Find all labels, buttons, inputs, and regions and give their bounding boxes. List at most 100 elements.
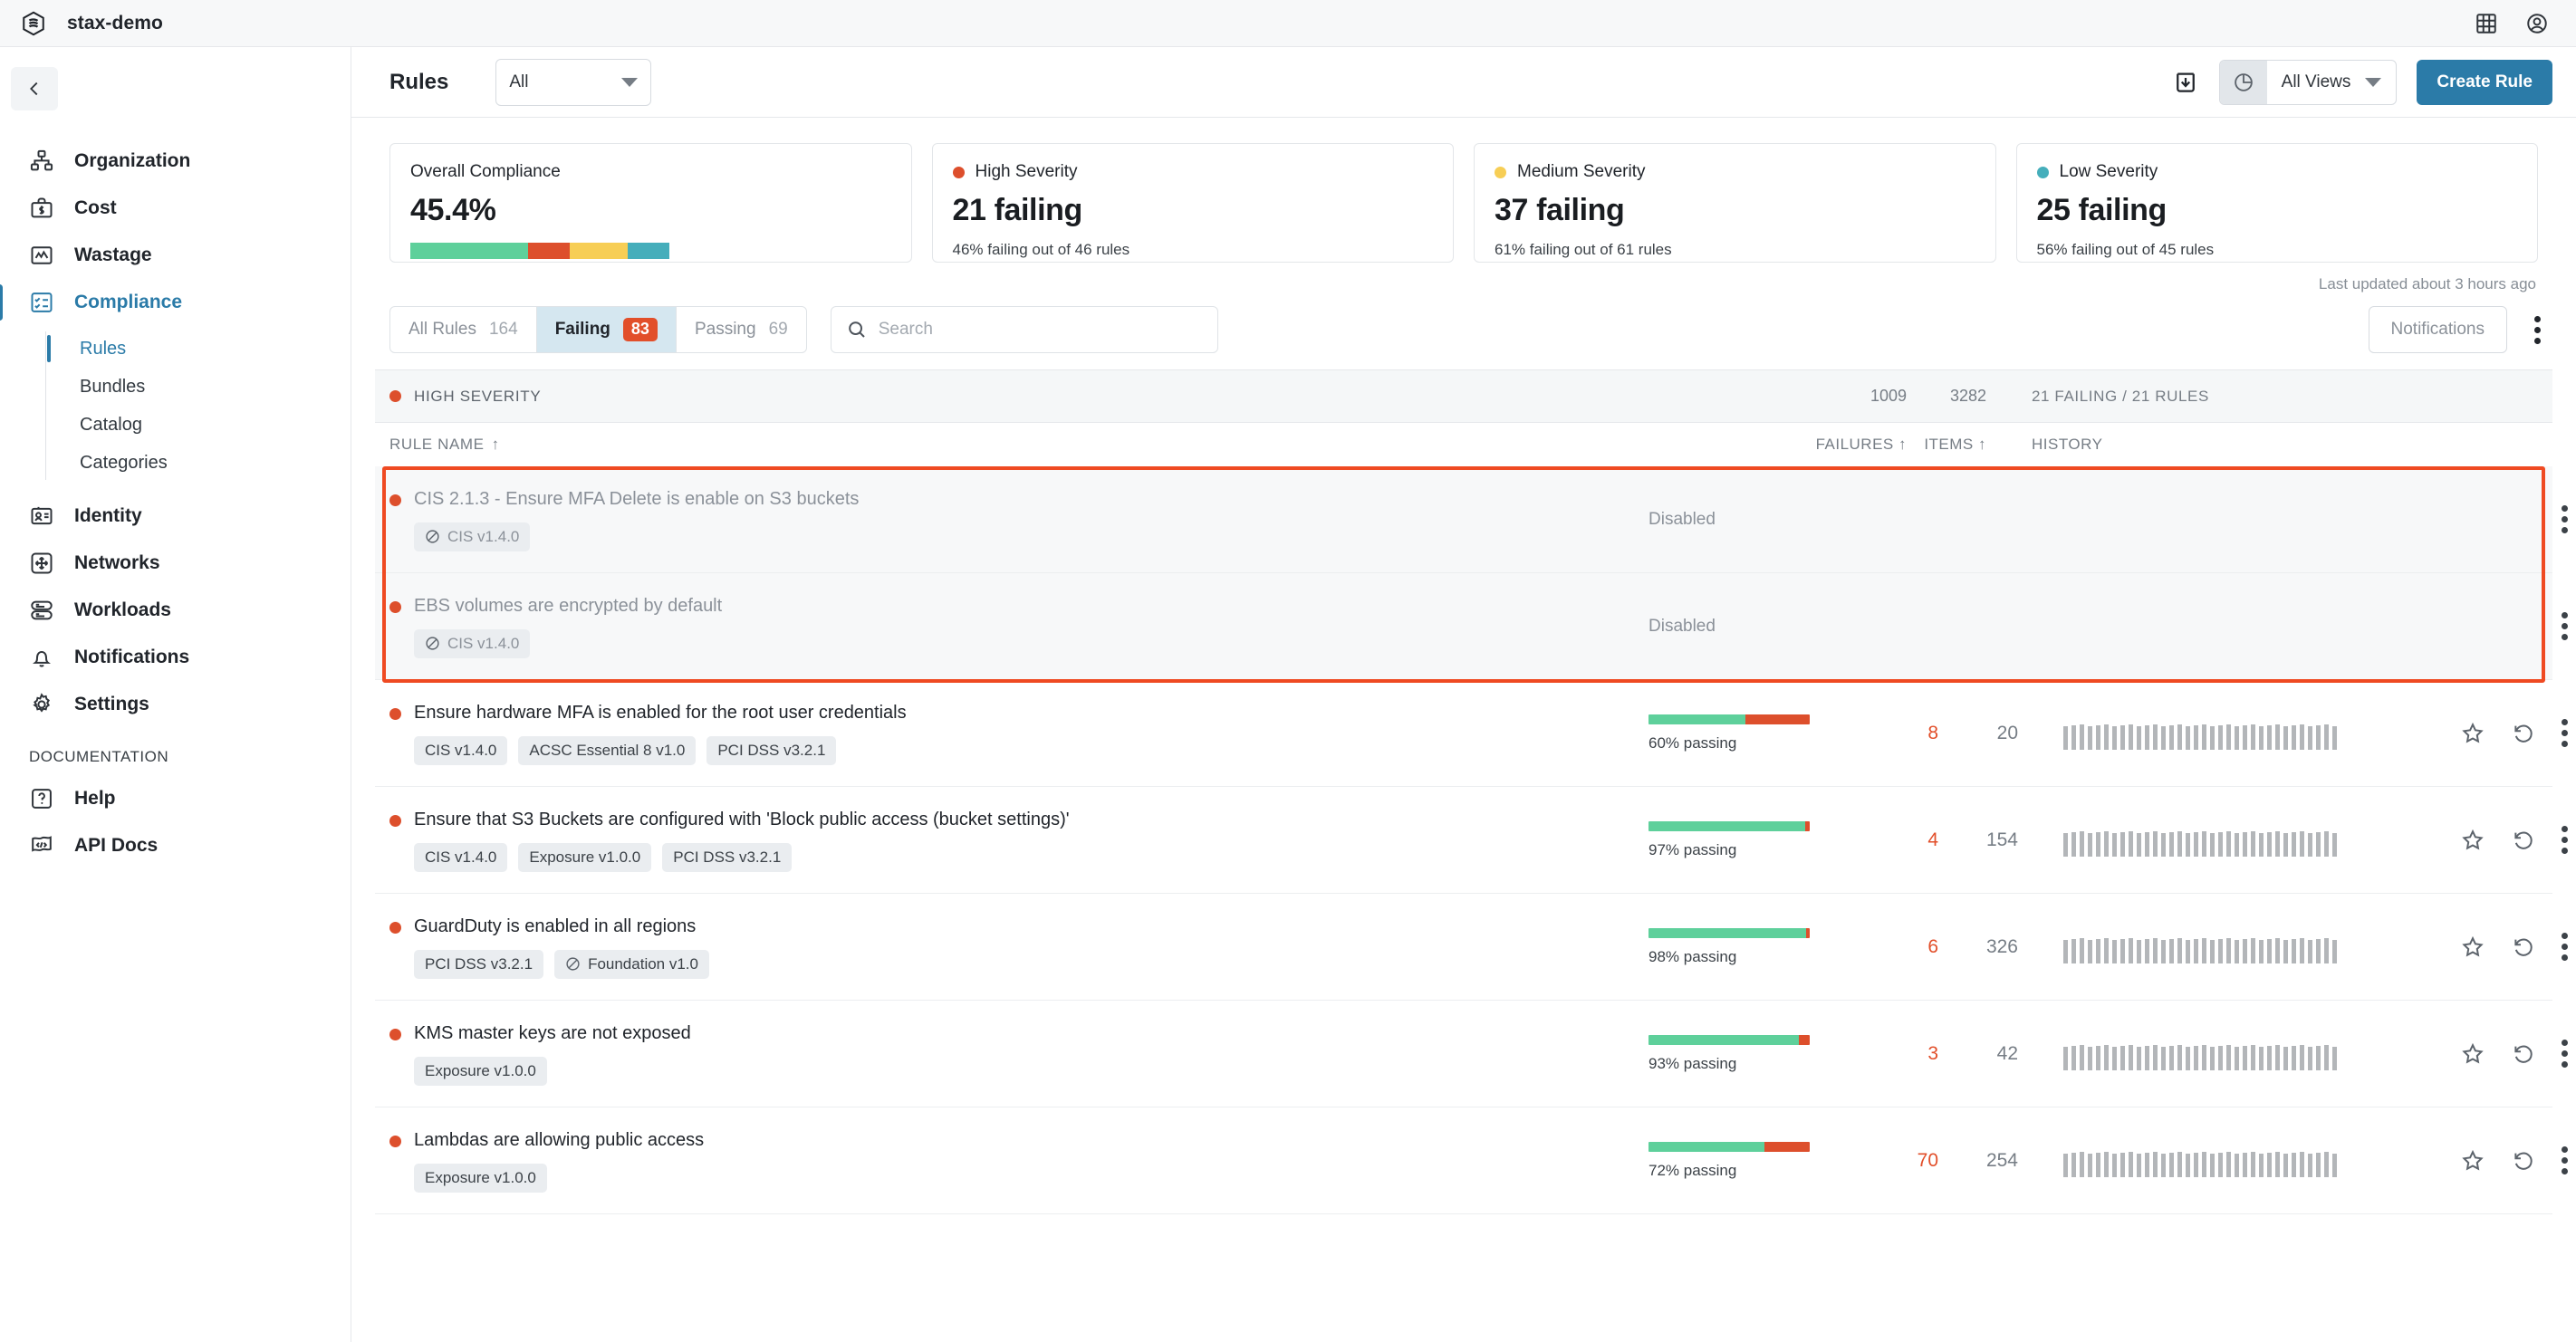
table-row[interactable]: KMS master keys are not exposed Exposure… bbox=[375, 1001, 2568, 1107]
history-revert-icon[interactable] bbox=[2511, 721, 2536, 746]
brand[interactable]: stax-demo bbox=[20, 10, 163, 37]
history-revert-icon[interactable] bbox=[2511, 1041, 2536, 1067]
severity-group-stats: 1009 3282 21 FAILING / 21 RULES bbox=[1809, 387, 2552, 406]
kebab-menu-icon[interactable] bbox=[2562, 719, 2568, 747]
create-rule-button[interactable]: Create Rule bbox=[2417, 59, 2552, 105]
sidebar-item-identity[interactable]: Identity bbox=[0, 493, 351, 540]
row-title-wrap: Ensure that S3 Buckets are configured wi… bbox=[389, 809, 1630, 830]
progress-fail bbox=[1806, 927, 1810, 938]
sidebar-item-catalog[interactable]: Catalog bbox=[47, 406, 351, 444]
row-actions bbox=[2408, 505, 2576, 533]
summary-cards: Overall Compliance 45.4% High Severity 2… bbox=[375, 118, 2552, 263]
kebab-menu-icon[interactable] bbox=[2562, 1146, 2568, 1174]
rule-tag[interactable]: ACSC Essential 8 v1.0 bbox=[518, 735, 697, 765]
sidebar-item-wastage[interactable]: Wastage bbox=[0, 232, 351, 279]
rule-tag[interactable]: PCI DSS v3.2.1 bbox=[662, 842, 793, 872]
notifications-button[interactable]: Notifications bbox=[2368, 306, 2507, 353]
history-bar bbox=[2063, 939, 2068, 963]
last-updated-text: Last updated about 3 hours ago bbox=[2318, 275, 2536, 292]
kebab-menu-icon[interactable] bbox=[2562, 505, 2568, 533]
table-row[interactable]: Ensure hardware MFA is enabled for the r… bbox=[375, 680, 2568, 787]
rule-tag[interactable]: CIS v1.4.0 bbox=[414, 628, 531, 658]
star-outline-icon[interactable] bbox=[2460, 1148, 2485, 1174]
progress-bar bbox=[1648, 927, 1810, 938]
kebab-menu-icon[interactable] bbox=[2562, 826, 2568, 854]
rule-tag[interactable]: CIS v1.4.0 bbox=[414, 842, 508, 872]
rule-tag[interactable]: Exposure v1.0.0 bbox=[518, 842, 652, 872]
history-revert-icon[interactable] bbox=[2511, 935, 2536, 960]
row-main: Ensure that S3 Buckets are configured wi… bbox=[389, 809, 1648, 872]
severity-group-failures: 1009 bbox=[1870, 387, 1907, 405]
rule-tag-label: Exposure v1.0.0 bbox=[425, 1168, 536, 1186]
star-outline-icon[interactable] bbox=[2460, 1041, 2485, 1067]
table-row[interactable]: EBS volumes are encrypted by default CIS… bbox=[375, 573, 2568, 680]
history-revert-icon[interactable] bbox=[2511, 828, 2536, 853]
history-bar bbox=[2259, 1153, 2264, 1177]
sidebar-item-categories[interactable]: Categories bbox=[47, 444, 351, 482]
column-items[interactable]: ITEMS ↑ bbox=[1907, 436, 1986, 454]
history-bar bbox=[2096, 938, 2100, 963]
chevron-down-icon bbox=[2365, 77, 2382, 87]
table-row[interactable]: Ensure that S3 Buckets are configured wi… bbox=[375, 787, 2568, 894]
rule-tag[interactable]: Foundation v1.0 bbox=[554, 949, 709, 979]
table-row[interactable]: Lambdas are allowing public access Expos… bbox=[375, 1107, 2568, 1214]
sidebar-item-help[interactable]: Help bbox=[0, 775, 351, 822]
rule-name: CIS 2.1.3 - Ensure MFA Delete is enable … bbox=[414, 488, 860, 509]
history-bar bbox=[2137, 939, 2141, 963]
star-outline-icon[interactable] bbox=[2460, 828, 2485, 853]
sidebar-item-networks[interactable]: Networks bbox=[0, 540, 351, 587]
rule-tag[interactable]: PCI DSS v3.2.1 bbox=[414, 949, 544, 979]
column-rule-name[interactable]: RULE NAME ↑ bbox=[389, 436, 500, 454]
history-bar bbox=[2324, 1151, 2329, 1177]
tab-failing[interactable]: Failing 83 bbox=[536, 307, 677, 352]
severity-dot-high bbox=[389, 921, 401, 934]
history-bar bbox=[2218, 831, 2223, 857]
history-bar bbox=[2283, 1046, 2288, 1070]
sidebar-item-settings[interactable]: Settings bbox=[0, 681, 351, 728]
account-circle-icon[interactable] bbox=[2525, 12, 2549, 35]
download-box-icon[interactable] bbox=[2172, 69, 2199, 96]
sidebar-item-rules[interactable]: Rules bbox=[47, 330, 351, 368]
progress-label: 97% passing bbox=[1648, 840, 1737, 858]
checklist-icon bbox=[31, 292, 53, 312]
history-bar bbox=[2218, 1045, 2223, 1070]
history-bar bbox=[2186, 832, 2190, 857]
sidebar-item-organization[interactable]: Organization bbox=[0, 138, 351, 185]
search-input[interactable] bbox=[878, 320, 1203, 340]
tab-all-rules[interactable]: All Rules 164 bbox=[390, 307, 537, 352]
rule-tag[interactable]: Exposure v1.0.0 bbox=[414, 1056, 547, 1086]
table-row[interactable]: CIS 2.1.3 - Ensure MFA Delete is enable … bbox=[375, 466, 2568, 573]
rule-tag[interactable]: CIS v1.4.0 bbox=[414, 522, 531, 551]
star-outline-icon[interactable] bbox=[2460, 721, 2485, 746]
sidebar-item-workloads[interactable]: Workloads bbox=[0, 587, 351, 634]
sidebar-item-compliance[interactable]: Compliance bbox=[0, 279, 351, 326]
rule-tag[interactable]: PCI DSS v3.2.1 bbox=[706, 735, 837, 765]
apps-grid-icon[interactable] bbox=[2475, 12, 2498, 35]
card-label-wrap: Low Severity bbox=[2036, 162, 2518, 182]
ban-icon bbox=[426, 637, 439, 650]
table-row[interactable]: GuardDuty is enabled in all regions PCI … bbox=[375, 894, 2568, 1001]
history-bar bbox=[2275, 724, 2280, 750]
search-box[interactable] bbox=[830, 306, 1218, 353]
history-bar bbox=[2088, 939, 2092, 963]
rule-tag[interactable]: Exposure v1.0.0 bbox=[414, 1163, 547, 1193]
rules-filter-select[interactable]: All bbox=[495, 58, 652, 106]
history-bar bbox=[2186, 1153, 2190, 1177]
kebab-menu-icon[interactable] bbox=[2562, 612, 2568, 640]
sidebar-item-cost[interactable]: Cost bbox=[0, 185, 351, 232]
rule-tag[interactable]: CIS v1.4.0 bbox=[414, 735, 508, 765]
kebab-menu-icon[interactable] bbox=[2531, 312, 2541, 348]
sidebar-collapse-button[interactable] bbox=[11, 67, 58, 110]
sidebar-item-api-docs[interactable]: API Docs bbox=[0, 822, 351, 869]
sidebar-item-bundles[interactable]: Bundles bbox=[47, 368, 351, 406]
kebab-menu-icon[interactable] bbox=[2562, 1040, 2568, 1068]
star-outline-icon[interactable] bbox=[2460, 935, 2485, 960]
kebab-menu-icon[interactable] bbox=[2562, 933, 2568, 961]
sidebar-item-notifications[interactable]: Notifications bbox=[0, 634, 351, 681]
history-revert-icon[interactable] bbox=[2511, 1148, 2536, 1174]
history-bar bbox=[2169, 724, 2174, 750]
column-failures[interactable]: FAILURES ↑ bbox=[1809, 436, 1907, 454]
tab-passing[interactable]: Passing 69 bbox=[677, 307, 806, 352]
history-bar bbox=[2194, 831, 2198, 857]
views-selector[interactable]: All Views bbox=[2218, 59, 2398, 105]
